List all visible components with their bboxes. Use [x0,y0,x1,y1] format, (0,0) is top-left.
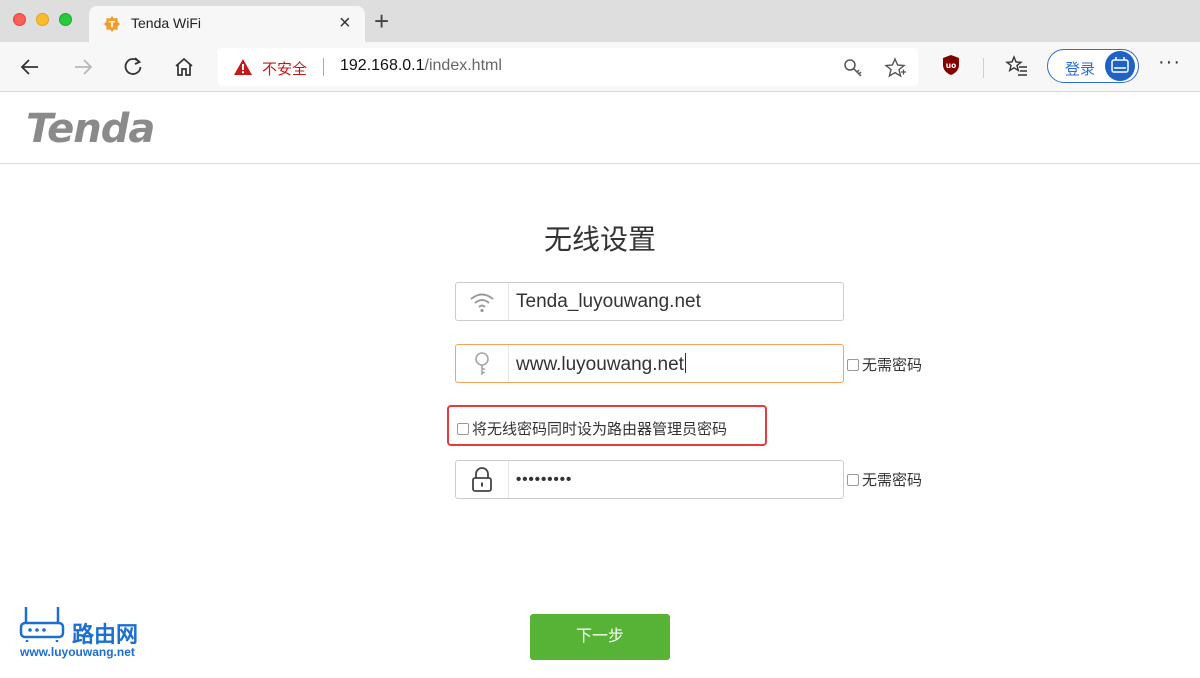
page-title: 无线设置 [543,224,656,255]
home-icon [175,57,193,76]
security-status[interactable]: 不安全 [262,58,307,79]
window-close-button[interactable] [13,13,26,26]
sync-admin-password-checkbox[interactable]: 将无线密码同时设为路由器管理员密码 [457,418,727,439]
address-divider [323,58,324,76]
ssid-field[interactable]: Tenda_luyouwang.net [455,282,844,321]
tab-close-icon[interactable]: × [339,11,351,35]
lock-icon [456,461,508,498]
checkbox-box[interactable] [847,473,859,486]
admin-no-password-checkbox[interactable]: 无需密码 [847,469,922,490]
back-icon [20,59,38,75]
login-label: 登录 [1065,61,1096,78]
field-divider [508,461,509,498]
page-header: Tenda [0,92,1200,164]
wifi-password-value: www.luyouwang.net [516,354,684,375]
checkbox-box[interactable] [457,422,469,435]
next-step-button[interactable]: 下一步 [530,614,670,660]
toolbar-divider [983,58,984,78]
wifi-password-input[interactable]: www.luyouwang.net [516,353,686,376]
field-divider [508,283,509,320]
star-icon[interactable] [884,57,906,79]
login-button[interactable]: 登录 [1047,49,1139,83]
url-text: 192.168.0.1/index.html [340,57,502,75]
tenda-favicon-icon: T [104,16,120,32]
window-zoom-button[interactable] [59,13,72,26]
refresh-icon [124,57,142,75]
tab-bar: T Tenda WiFi × + [0,0,1200,42]
wifi-password-field[interactable]: www.luyouwang.net [455,344,844,383]
admin-password-field[interactable]: ••••••••• [455,460,844,499]
avatar-icon [1105,51,1135,81]
forward-button[interactable] [68,52,98,82]
key-icon[interactable] [842,57,864,79]
admin-no-password-label: 无需密码 [862,472,923,489]
wifi-no-password-checkbox[interactable]: 无需密码 [847,354,922,375]
refresh-button[interactable] [118,52,148,82]
back-button[interactable] [15,52,45,82]
watermark-url: www.luyouwang.net [20,645,135,659]
home-button[interactable] [169,52,199,82]
warning-icon [234,59,252,75]
tenda-logo: Tenda [26,106,155,152]
window-minimize-button[interactable] [36,13,49,26]
admin-password-input[interactable]: ••••••••• [516,471,572,488]
url-host: 192.168.0.1 [340,57,425,74]
browser-tab[interactable]: T Tenda WiFi × [89,6,365,42]
router-logo-icon [19,607,65,642]
ssid-input[interactable]: Tenda_luyouwang.net [516,291,701,313]
more-icon[interactable]: ··· [1158,51,1181,74]
tab-title: Tenda WiFi [131,15,202,31]
svg-text:T: T [109,21,116,31]
field-divider [508,345,509,382]
url-path: /index.html [424,57,502,74]
wifi-no-password-label: 无需密码 [862,357,923,374]
text-caret [684,353,686,373]
new-tab-button[interactable]: + [374,7,389,35]
favorites-icon[interactable] [1005,54,1029,78]
shield-extension-icon[interactable]: uo [941,54,961,76]
forward-icon [75,59,93,75]
luyouwang-watermark: 路由网 www.luyouwang.net [18,603,158,665]
address-bar[interactable]: 不安全 192.168.0.1/index.html [218,48,918,86]
wifi-icon [456,283,508,320]
sync-admin-password-option: 将无线密码同时设为路由器管理员密码 [447,405,767,446]
svg-text:uo: uo [946,61,957,70]
key-hint-icon [456,345,508,382]
checkbox-box[interactable] [847,358,859,371]
sync-admin-password-label: 将无线密码同时设为路由器管理员密码 [472,421,728,438]
browser-toolbar: 不安全 192.168.0.1/index.html uo 登录 ··· [0,42,1200,92]
